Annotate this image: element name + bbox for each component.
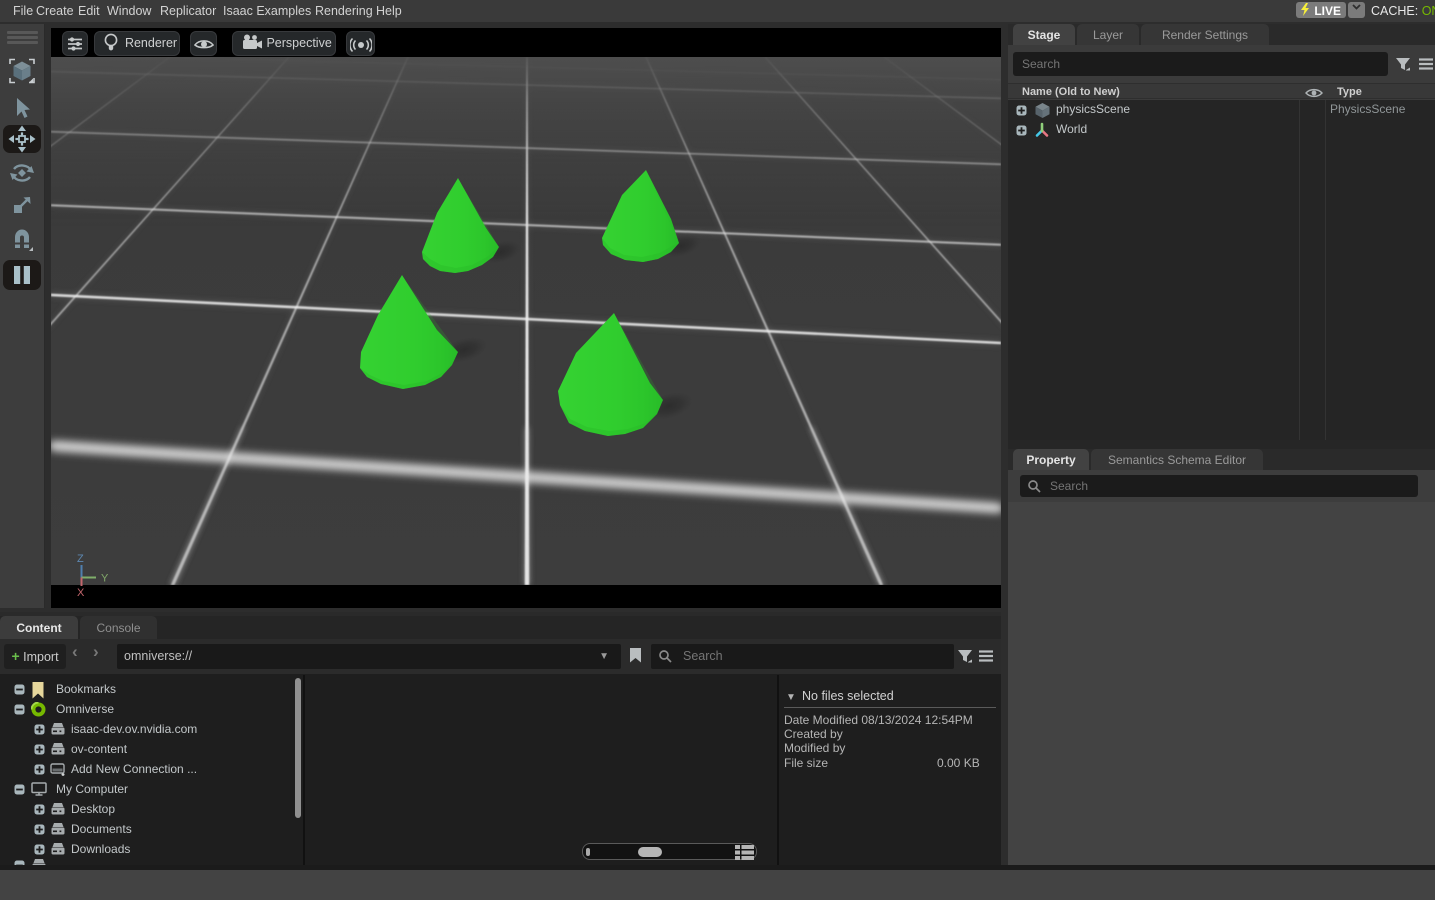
svg-text:Z: Z bbox=[77, 553, 84, 565]
svg-text:Y: Y bbox=[101, 573, 109, 585]
svg-text:X: X bbox=[77, 587, 85, 599]
